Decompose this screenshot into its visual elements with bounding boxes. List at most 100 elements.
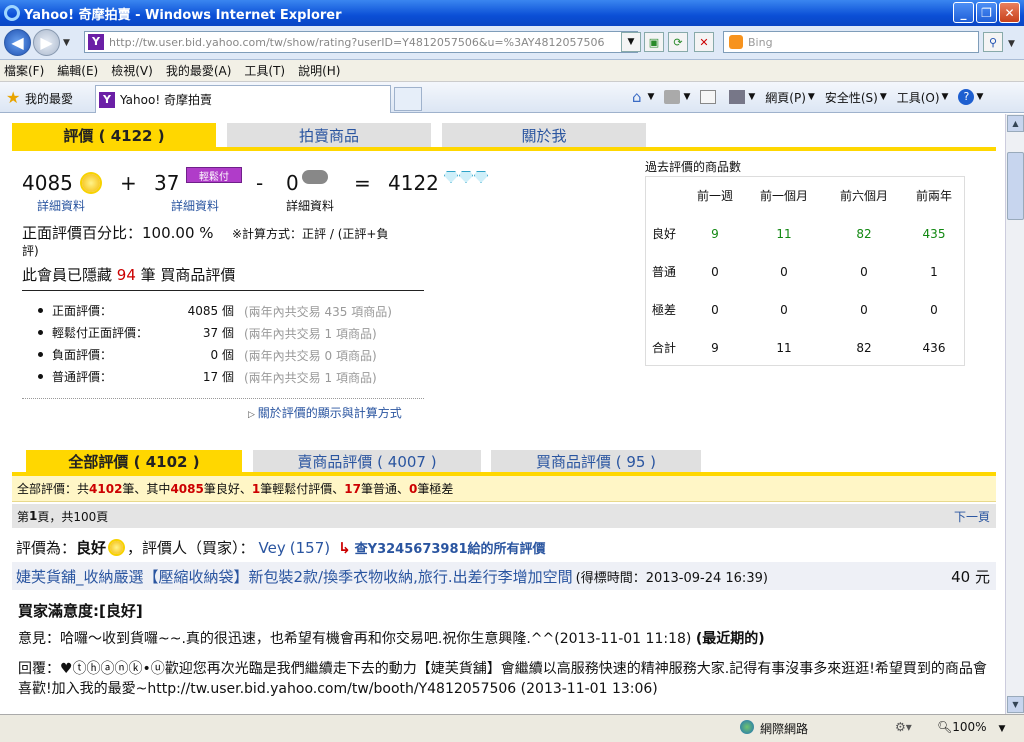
tab-all-reviews[interactable]: 全部評價 ( 4102 ): [26, 450, 242, 472]
protected-mode-icon[interactable]: ⚙▾: [895, 720, 912, 734]
command-bar: ⌂ ▼ ▼ ▼ 網頁(P) ▼ 安全性(S) ▼ 工具(O) ▼ ? ▼: [632, 88, 993, 106]
cell: 82: [856, 227, 872, 241]
minimize-button[interactable]: _: [953, 2, 974, 23]
easy-score: 37: [154, 171, 180, 195]
cell: 0: [860, 265, 868, 279]
sun-icon: [82, 174, 100, 192]
menu-favorites[interactable]: 我的最愛(A): [166, 62, 232, 79]
forward-button[interactable]: ▶: [33, 29, 60, 56]
scroll-down-icon[interactable]: ▼: [1007, 696, 1024, 713]
cell: 11: [776, 227, 792, 241]
col-header: 前兩年: [915, 189, 952, 203]
safety-menu[interactable]: 安全性(S) ▼: [825, 89, 887, 106]
scroll-up-icon[interactable]: ▲: [1007, 115, 1024, 132]
vertical-scrollbar[interactable]: ▲ ▼: [1005, 114, 1024, 714]
next-page-link[interactable]: 下一頁: [954, 508, 990, 525]
equals-sign: =: [354, 171, 371, 195]
calc-method-note: ※計算方式：正評 / (正評+負: [232, 227, 389, 241]
col-header: 前一週: [696, 189, 733, 203]
home-icon: ⌂: [632, 88, 642, 106]
help-icon: ?: [958, 89, 975, 105]
see-all-ratings-link[interactable]: 查Y3245673981給的所有評價: [355, 538, 546, 557]
rating-info-link[interactable]: ▷ 關於評價的顯示與計算方式: [248, 404, 402, 421]
cell: 9: [711, 341, 719, 355]
item-win-time: (得標時間：2013-09-24 16:39): [575, 570, 768, 586]
row-label: 普通: [652, 265, 677, 279]
rater-link[interactable]: Vey: [259, 539, 286, 557]
cell: 0: [930, 303, 938, 317]
back-button[interactable]: ◀: [4, 29, 31, 56]
cell: 0: [780, 265, 788, 279]
menu-help[interactable]: 說明(H): [298, 62, 340, 79]
tab-about-me[interactable]: 關於我: [442, 123, 646, 147]
refresh-icon[interactable]: ⟳: [668, 32, 688, 52]
rain-cloud-icon: [302, 170, 328, 184]
compat-view-icon[interactable]: ▣: [644, 32, 664, 52]
page-menu[interactable]: 網頁(P) ▼: [765, 89, 815, 106]
yahoo-favicon-icon: Y: [88, 34, 104, 50]
row-label: 極差: [652, 303, 677, 317]
close-button[interactable]: ✕: [999, 2, 1020, 23]
favorites-button[interactable]: 我的最愛: [25, 90, 73, 107]
tab-buyer-reviews[interactable]: 買商品評價 ( 95 ): [491, 450, 701, 472]
menu-file[interactable]: 檔案(F): [4, 62, 44, 79]
top-tabs: 評價 ( 4122 ) 拍賣商品 關於我: [12, 123, 996, 151]
browser-tab[interactable]: Y Yahoo! 奇摩拍賣: [95, 85, 391, 113]
url-dropdown-icon[interactable]: ▼: [621, 32, 641, 52]
menu-view[interactable]: 檢視(V): [111, 62, 153, 79]
cell: 435: [922, 227, 946, 241]
url-text: http://tw.user.bid.yahoo.com/tw/show/rat…: [109, 35, 605, 49]
search-input[interactable]: Bing: [723, 31, 979, 53]
cell: 436: [922, 341, 946, 355]
tab-auction-items[interactable]: 拍賣商品: [227, 123, 431, 147]
divider: [22, 290, 424, 291]
home-button[interactable]: ⌂ ▼: [632, 88, 654, 106]
mail-button[interactable]: [700, 90, 719, 104]
stop-icon[interactable]: ✕: [694, 32, 714, 52]
cell: 0: [860, 303, 868, 317]
feeds-button[interactable]: ▼: [664, 90, 690, 104]
history-dropdown-icon[interactable]: ▼: [63, 38, 70, 48]
cell: 0: [711, 303, 719, 317]
print-button[interactable]: ▼: [729, 90, 755, 104]
col-header: 前六個月: [839, 189, 888, 203]
globe-icon: [740, 720, 754, 734]
tab-seller-reviews[interactable]: 賣商品評價 ( 4007 ): [253, 450, 481, 472]
favorites-star-icon[interactable]: ★: [6, 88, 20, 107]
positive-detail-link[interactable]: 詳細資料: [37, 197, 85, 214]
mail-icon: [700, 90, 717, 104]
calc-method-note-cont: 評): [22, 244, 39, 258]
menu-edit[interactable]: 編輯(E): [57, 62, 98, 79]
total-score: 4122: [388, 171, 439, 195]
restore-button[interactable]: ❐: [976, 2, 997, 23]
window-title: Yahoo! 奇摩拍賣 - Windows Internet Explorer: [24, 7, 342, 23]
seller-reply: 回覆：♥ⓣⓗⓐⓝⓚ•ⓤ歡迎您再次光臨是我們繼續走下去的動力【婕芙貨舖】會繼續以高…: [18, 661, 987, 697]
url-input[interactable]: Y http://tw.user.bid.yahoo.com/tw/show/r…: [84, 31, 638, 53]
zone-label: 網際網路: [760, 722, 809, 736]
review-summary: 全部評價：共 4102 筆、其中 4085 筆良好、 1 筆輕鬆付評價、 17 筆普…: [12, 476, 996, 502]
window-titlebar: Yahoo! 奇摩拍賣 - Windows Internet Explorer …: [0, 0, 1024, 26]
zoom-icon: 🔍︎: [937, 720, 953, 734]
print-icon: [729, 90, 746, 104]
tools-menu[interactable]: 工具(O) ▼: [897, 89, 949, 106]
negative-detail-text: 詳細資料: [286, 199, 335, 213]
cell: 0: [711, 265, 719, 279]
search-placeholder: Bing: [748, 35, 773, 49]
easy-detail-link[interactable]: 詳細資料: [171, 197, 219, 214]
page-content: 評價 ( 4122 ) 拍賣商品 關於我 4085 + 37 輕鬆付 - 0 =…: [0, 114, 1005, 714]
zoom-control[interactable]: 🔍︎100% ▼: [937, 720, 1005, 734]
review-header: 評價為： 良好 ，評價人（買家）： Vey (157) ↳ 查Y324567398…: [16, 538, 546, 558]
search-icon[interactable]: ⚲: [983, 32, 1003, 52]
row-label: 合計: [652, 341, 677, 355]
tab-ratings[interactable]: 評價 ( 4122 ): [12, 123, 216, 147]
item-title-link[interactable]: 婕芙貨舖_收納嚴選【壓縮收納袋】新包裝2款/換季衣物收納,旅行.出差行李增加空間: [16, 566, 573, 587]
cell: 82: [856, 341, 872, 355]
new-tab-button[interactable]: [394, 87, 422, 111]
past-ratings-title: 過去評價的商品數: [645, 160, 742, 174]
dotted-divider: [22, 398, 424, 399]
search-options-icon[interactable]: ▼: [1008, 39, 1015, 49]
help-button[interactable]: ? ▼: [958, 89, 983, 105]
positive-percentage: 正面評價百分比：100.00 %: [22, 224, 214, 242]
menu-tools[interactable]: 工具(T): [244, 62, 285, 79]
scroll-thumb[interactable]: [1007, 152, 1024, 220]
